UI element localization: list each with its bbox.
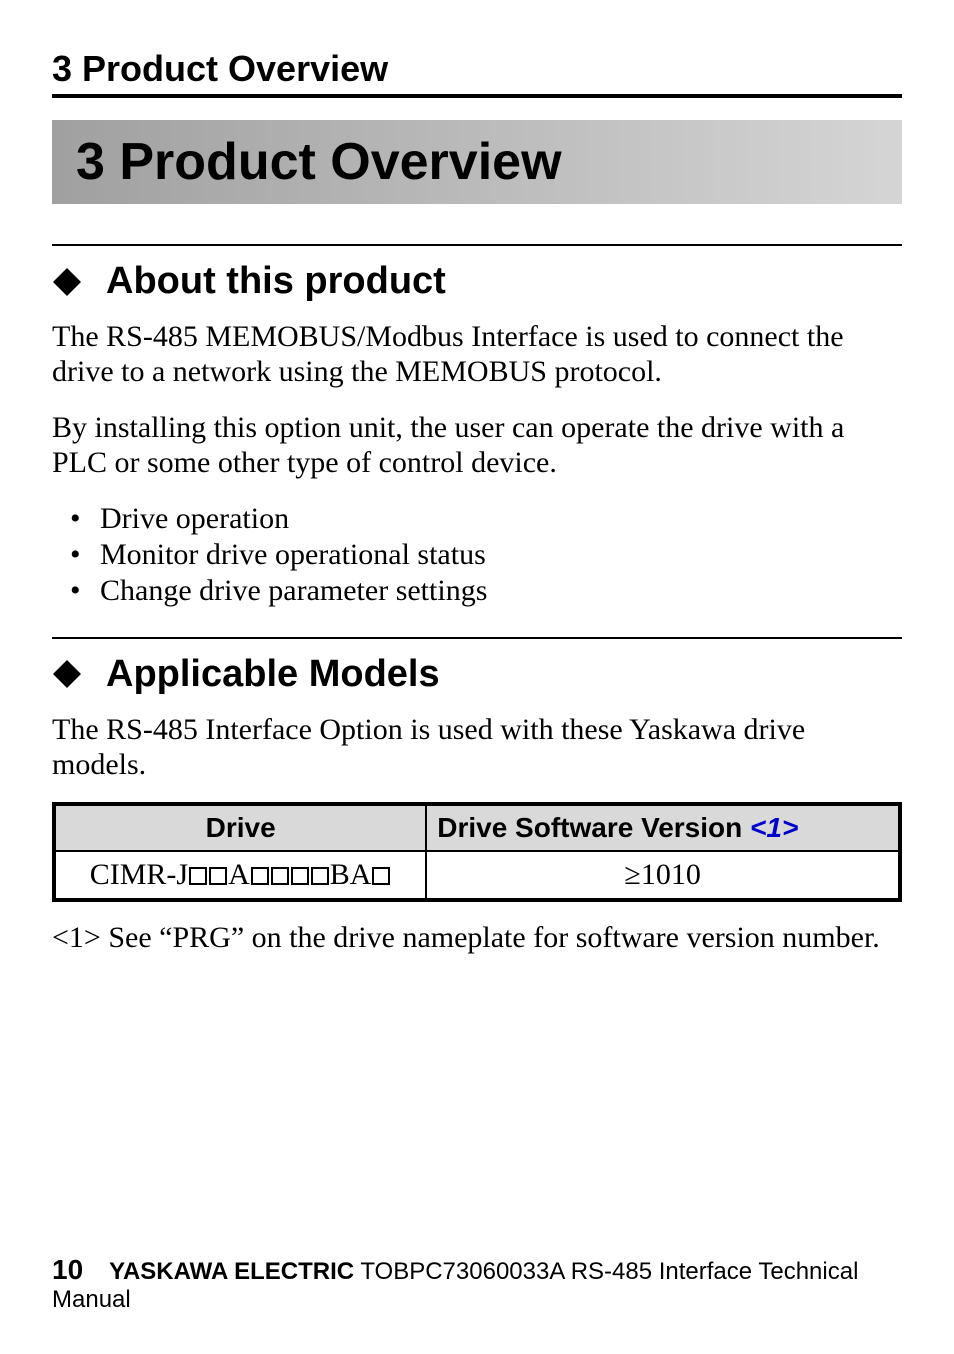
section-rule bbox=[52, 244, 902, 246]
placeholder-icon bbox=[311, 867, 329, 885]
table-header-row: Drive Drive Software Version <1> bbox=[54, 804, 900, 851]
list-item: Change drive parameter settings bbox=[70, 573, 902, 609]
list-item: Monitor drive operational status bbox=[70, 537, 902, 573]
chapter-title-bar: 3 Product Overview bbox=[52, 120, 902, 204]
footnote-tag: <1> bbox=[52, 921, 101, 954]
placeholder-icon bbox=[271, 867, 289, 885]
placeholder-icon bbox=[251, 867, 269, 885]
section-heading-text: About this product bbox=[106, 260, 446, 303]
feature-list: Drive operation Monitor drive operationa… bbox=[70, 501, 902, 609]
table-cell-version: ≥1010 bbox=[426, 851, 900, 900]
section-heading-about: About this product bbox=[52, 260, 902, 303]
page-number: 10 bbox=[52, 1254, 83, 1285]
placeholder-icon bbox=[189, 867, 207, 885]
placeholder-icon bbox=[209, 867, 227, 885]
footnote-text: See “PRG” on the drive nameplate for sof… bbox=[108, 921, 879, 954]
header-version-text: Drive Software Version bbox=[437, 812, 750, 843]
body-paragraph: The RS-485 MEMOBUS/Modbus Interface is u… bbox=[52, 319, 902, 390]
applicable-models-table: Drive Drive Software Version <1> CIMR-J A… bbox=[52, 802, 902, 902]
footer-brand: YASKAWA ELECTRIC bbox=[109, 1258, 354, 1285]
placeholder-icon bbox=[291, 867, 309, 885]
page-footer: 10 YASKAWA ELECTRIC TOBPC73060033A RS-48… bbox=[52, 1254, 902, 1314]
section-heading-models: Applicable Models bbox=[52, 653, 902, 696]
drive-model-prefix: CIMR-J bbox=[90, 858, 188, 891]
diamond-icon bbox=[52, 659, 82, 689]
list-item: Drive operation bbox=[70, 501, 902, 537]
running-header: 3 Product Overview bbox=[52, 48, 902, 90]
table-row: CIMR-J A BA ≥1010 bbox=[54, 851, 900, 900]
body-paragraph: The RS-485 Interface Option is used with… bbox=[52, 712, 902, 783]
table-header-version: Drive Software Version <1> bbox=[426, 804, 900, 851]
drive-model-mid: A bbox=[228, 858, 250, 891]
header-rule bbox=[52, 94, 902, 98]
header-version-ref: <1> bbox=[750, 812, 798, 843]
drive-model-suffix: BA bbox=[330, 858, 372, 891]
table-cell-drive: CIMR-J A BA bbox=[54, 851, 426, 900]
chapter-title: 3 Product Overview bbox=[76, 133, 562, 191]
body-paragraph: By installing this option unit, the user… bbox=[52, 410, 902, 481]
footnote: <1> See “PRG” on the drive nameplate for… bbox=[52, 920, 902, 955]
placeholder-icon bbox=[372, 867, 390, 885]
diamond-icon bbox=[52, 267, 82, 297]
section-heading-text: Applicable Models bbox=[106, 653, 440, 696]
table-header-drive: Drive bbox=[54, 804, 426, 851]
section-rule bbox=[52, 637, 902, 639]
